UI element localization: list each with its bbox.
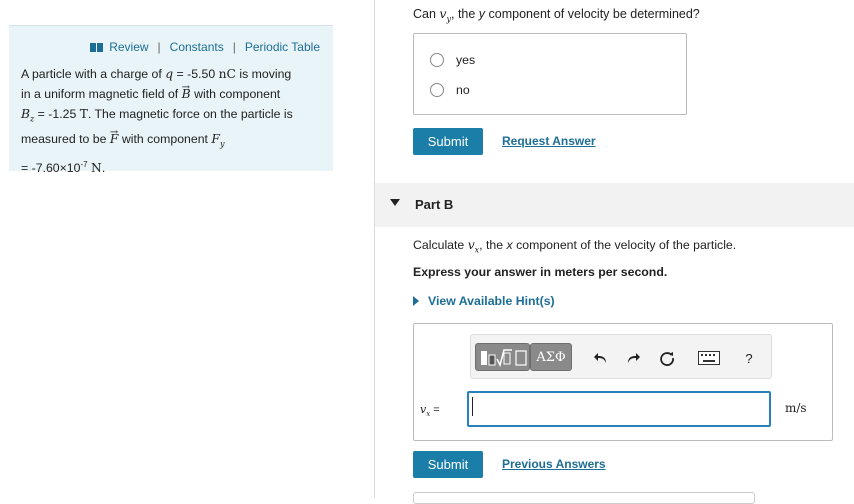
radio-button[interactable] (430, 53, 444, 67)
part-a-question: Can vy, the y component of velocity be d… (413, 6, 700, 24)
problem-line-1: A particle with a charge of q = -5.50 nC… (21, 67, 292, 81)
part-b-submit-button[interactable]: Submit (413, 451, 483, 478)
unit-label: m/s (785, 401, 807, 415)
choice-yes[interactable]: yes (430, 53, 475, 67)
templates-button[interactable] (475, 343, 530, 371)
choice-box: yes no (413, 33, 687, 115)
vector-arrow-icon: → (181, 82, 191, 93)
problem-line-2: in a uniform magnetic field of → B with c… (21, 82, 326, 104)
variable-label: vx = (420, 403, 440, 419)
part-b-header[interactable]: Part B (375, 183, 854, 227)
next-panel (413, 492, 755, 504)
keyboard-icon[interactable] (697, 348, 721, 368)
problem-statement: A particle with a charge of q = -5.50 nC… (21, 64, 326, 178)
answer-input[interactable] (467, 391, 771, 427)
redo-icon[interactable] (623, 348, 643, 368)
constants-link[interactable]: Constants (170, 40, 224, 54)
part-b-title: Part B (415, 197, 454, 212)
caret-down-icon[interactable] (390, 199, 400, 206)
panel-links: Review | Constants | Periodic Table (90, 40, 320, 54)
help-button[interactable]: ? (739, 348, 759, 368)
vector-f: → F (110, 127, 119, 146)
answer-box: ΑΣΦ ? vx = m/s (413, 323, 833, 441)
radio-button[interactable] (430, 83, 444, 97)
templates-icon (481, 349, 527, 368)
link-separator: | (232, 40, 236, 54)
caret-right-icon (413, 296, 419, 306)
problem-line-5: = -7.60×10-7 N. (21, 159, 106, 175)
problem-line-3: Bz = -1.25 T. The magnetic force on the … (21, 107, 293, 124)
previous-answers-link[interactable]: Previous Answers (502, 457, 606, 471)
undo-icon[interactable] (591, 348, 611, 368)
reset-icon[interactable] (657, 348, 677, 368)
request-answer-link[interactable]: Request Answer (502, 134, 596, 148)
vector-arrow-icon: → (109, 127, 119, 139)
review-link[interactable]: Review (109, 40, 148, 54)
periodic-table-link[interactable]: Periodic Table (245, 40, 320, 54)
column-divider (374, 0, 375, 498)
link-separator: | (157, 40, 161, 54)
greek-symbols-button[interactable]: ΑΣΦ (530, 343, 572, 371)
problem-line-4: measured to be → F with component Fy (21, 127, 326, 154)
info-panel: Review | Constants | Periodic Table A pa… (9, 25, 333, 175)
book-icon (90, 42, 104, 52)
text-caret (472, 397, 473, 416)
math-toolbar: ΑΣΦ ? (470, 334, 772, 379)
choice-no[interactable]: no (430, 83, 470, 97)
part-a-submit-button[interactable]: Submit (413, 128, 483, 155)
vector-b: → B (182, 82, 191, 101)
view-hints-toggle[interactable]: View Available Hint(s) (413, 294, 555, 308)
answer-instruction: Express your answer in meters per second… (413, 265, 668, 279)
part-b-question: Calculate vx, the x component of the vel… (413, 238, 737, 255)
